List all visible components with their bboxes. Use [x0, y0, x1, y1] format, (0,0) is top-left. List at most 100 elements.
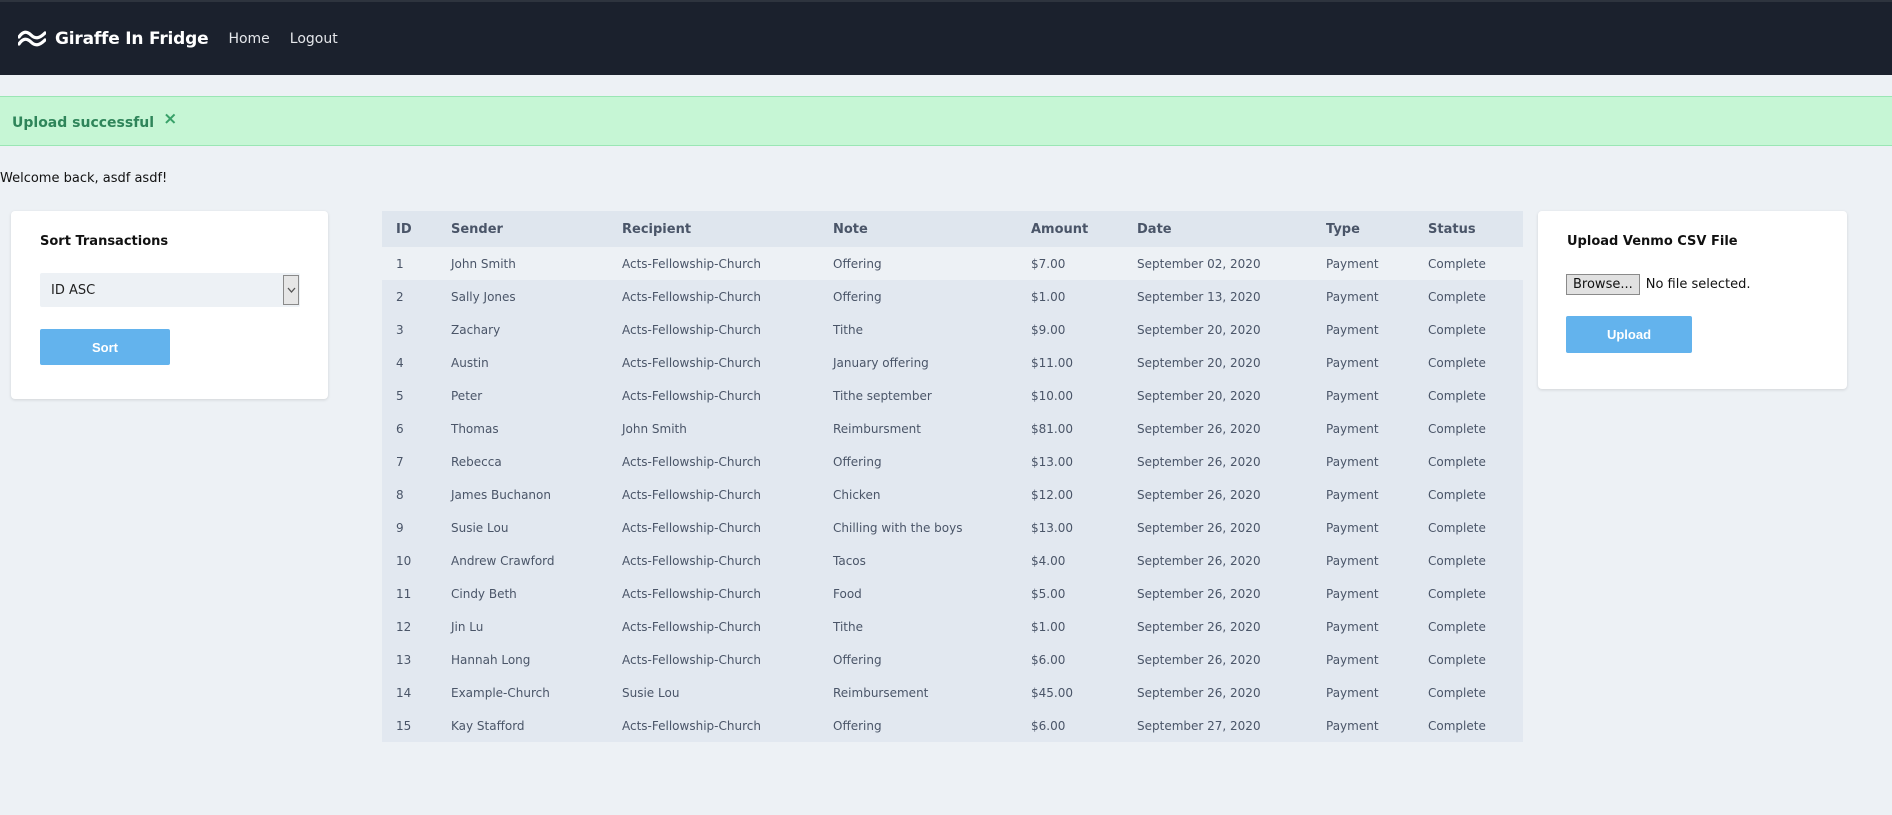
sort-card: Sort Transactions ID ASC Sort — [11, 211, 328, 399]
table-cell: Reimbursment — [833, 421, 921, 436]
column-header: Amount — [1031, 221, 1089, 237]
table-cell: September 26, 2020 — [1137, 454, 1261, 469]
table-cell: $45.00 — [1031, 685, 1073, 700]
table-row[interactable]: 11 Cindy Beth Acts-Fellowship-Church Food $5… — [382, 577, 1523, 610]
nav-link-home[interactable]: Home — [228, 31, 269, 47]
table-cell: Payment — [1326, 355, 1379, 370]
nav-link-logout[interactable]: Logout — [290, 31, 338, 47]
table-cell: January offering — [833, 355, 929, 370]
table-cell: September 26, 2020 — [1137, 421, 1261, 436]
table-cell: Chilling with the boys — [833, 520, 963, 535]
table-cell: September 26, 2020 — [1137, 487, 1261, 502]
upload-card-title: Upload Venmo CSV File — [1567, 234, 1738, 249]
table-cell: Acts-Fellowship-Church — [622, 553, 761, 568]
table-cell: Complete — [1428, 355, 1486, 370]
table-cell: Complete — [1428, 718, 1486, 733]
table-cell: Complete — [1428, 388, 1486, 403]
table-row[interactable]: 13 Hannah Long Acts-Fellowship-Church Offer… — [382, 643, 1523, 676]
table-cell: $13.00 — [1031, 520, 1073, 535]
table-cell: 7 — [396, 454, 404, 469]
table-cell: Payment — [1326, 421, 1379, 436]
table-cell: Acts-Fellowship-Church — [622, 322, 761, 337]
table-cell: 2 — [396, 289, 404, 304]
browse-button[interactable]: Browse... — [1566, 274, 1640, 295]
table-cell: Kay Stafford — [451, 718, 525, 733]
table-cell: Complete — [1428, 652, 1486, 667]
table-row[interactable]: 5 Peter Acts-Fellowship-Church Tithe septem… — [382, 379, 1523, 412]
table-cell: Acts-Fellowship-Church — [622, 454, 761, 469]
table-cell: September 20, 2020 — [1137, 388, 1261, 403]
table-cell: September 26, 2020 — [1137, 553, 1261, 568]
table-cell: $1.00 — [1031, 619, 1066, 634]
table-cell: Complete — [1428, 322, 1486, 337]
table-cell: Austin — [451, 355, 489, 370]
table-cell: Peter — [451, 388, 483, 403]
sort-select[interactable]: ID ASC — [40, 273, 300, 307]
table-cell: Payment — [1326, 586, 1379, 601]
table-cell: Acts-Fellowship-Church — [622, 289, 761, 304]
table-cell: Complete — [1428, 256, 1486, 271]
table-cell: Susie Lou — [622, 685, 680, 700]
brand[interactable]: Giraffe In Fridge — [18, 29, 209, 49]
table-row[interactable]: 12 Jin Lu Acts-Fellowship-Church Tithe $1.00… — [382, 610, 1523, 643]
table-row[interactable]: 14 Example-Church Susie Lou Reimbursement $4… — [382, 676, 1523, 709]
welcome-message: Welcome back, asdf asdf! — [0, 171, 168, 186]
table-cell: 14 — [396, 685, 412, 700]
table-cell: Offering — [833, 454, 882, 469]
sort-button[interactable]: Sort — [40, 329, 170, 365]
table-header-row: ID Sender Recipient Note Amount Date Type Statu… — [382, 211, 1523, 247]
table-row[interactable]: 3 Zachary Acts-Fellowship-Church Tithe $9.00… — [382, 313, 1523, 346]
table-cell: Andrew Crawford — [451, 553, 555, 568]
file-input[interactable]: Browse... No file selected. — [1566, 274, 1750, 295]
table-cell: Zachary — [451, 322, 501, 337]
table-cell: Payment — [1326, 289, 1379, 304]
table-row[interactable]: 15 Kay Stafford Acts-Fellowship-Church Offe… — [382, 709, 1523, 742]
table-cell: Payment — [1326, 388, 1379, 403]
table-cell: $4.00 — [1031, 553, 1066, 568]
table-row[interactable]: 9 Susie Lou Acts-Fellowship-Church Chilling… — [382, 511, 1523, 544]
table-cell: Reimbursement — [833, 685, 929, 700]
table-cell: September 26, 2020 — [1137, 652, 1261, 667]
table-cell: Susie Lou — [451, 520, 509, 535]
table-row[interactable]: 1 John Smith Acts-Fellowship-Church Offerin… — [382, 247, 1523, 280]
table-cell: Hannah Long — [451, 652, 531, 667]
table-cell: September 26, 2020 — [1137, 520, 1261, 535]
table-cell: 5 — [396, 388, 404, 403]
table-cell: $9.00 — [1031, 322, 1066, 337]
table-cell: 4 — [396, 355, 404, 370]
table-cell: 8 — [396, 487, 404, 502]
table-cell: Complete — [1428, 586, 1486, 601]
alert-message: Upload successful — [12, 115, 155, 131]
close-icon[interactable]: × — [163, 109, 177, 129]
table-cell: James Buchanon — [451, 487, 551, 502]
table-cell: September 20, 2020 — [1137, 322, 1261, 337]
table-cell: September 27, 2020 — [1137, 718, 1261, 733]
table-row[interactable]: 10 Andrew Crawford Acts-Fellowship-Church T… — [382, 544, 1523, 577]
table-cell: Acts-Fellowship-Church — [622, 256, 761, 271]
table-cell: Acts-Fellowship-Church — [622, 586, 761, 601]
table-row[interactable]: 8 James Buchanon Acts-Fellowship-Church Chi… — [382, 478, 1523, 511]
file-status: No file selected. — [1645, 277, 1751, 292]
table-row[interactable]: 7 Rebecca Acts-Fellowship-Church Offering $1… — [382, 445, 1523, 478]
table-cell: $11.00 — [1031, 355, 1073, 370]
table-cell: Sally Jones — [451, 289, 516, 304]
table-cell: John Smith — [622, 421, 687, 436]
column-header: Type — [1326, 221, 1360, 237]
table-row[interactable]: 6 Thomas John Smith Reimbursment $81.00 Septe… — [382, 412, 1523, 445]
table-cell: September 13, 2020 — [1137, 289, 1261, 304]
table-cell: Tithe — [833, 322, 863, 337]
table-cell: Offering — [833, 256, 882, 271]
table-row[interactable]: 4 Austin Acts-Fellowship-Church January off… — [382, 346, 1523, 379]
table-cell: Food — [833, 586, 862, 601]
table-cell: $7.00 — [1031, 256, 1066, 271]
chevron-down-icon[interactable] — [283, 275, 299, 305]
upload-button[interactable]: Upload — [1566, 316, 1692, 353]
table-cell: 6 — [396, 421, 404, 436]
table-cell: $1.00 — [1031, 289, 1066, 304]
table-cell: John Smith — [451, 256, 516, 271]
table-cell: Example-Church — [451, 685, 550, 700]
table-cell: Tithe — [833, 619, 863, 634]
table-cell: 10 — [396, 553, 412, 568]
table-cell: 3 — [396, 322, 404, 337]
table-row[interactable]: 2 Sally Jones Acts-Fellowship-Church Offeri… — [382, 280, 1523, 313]
